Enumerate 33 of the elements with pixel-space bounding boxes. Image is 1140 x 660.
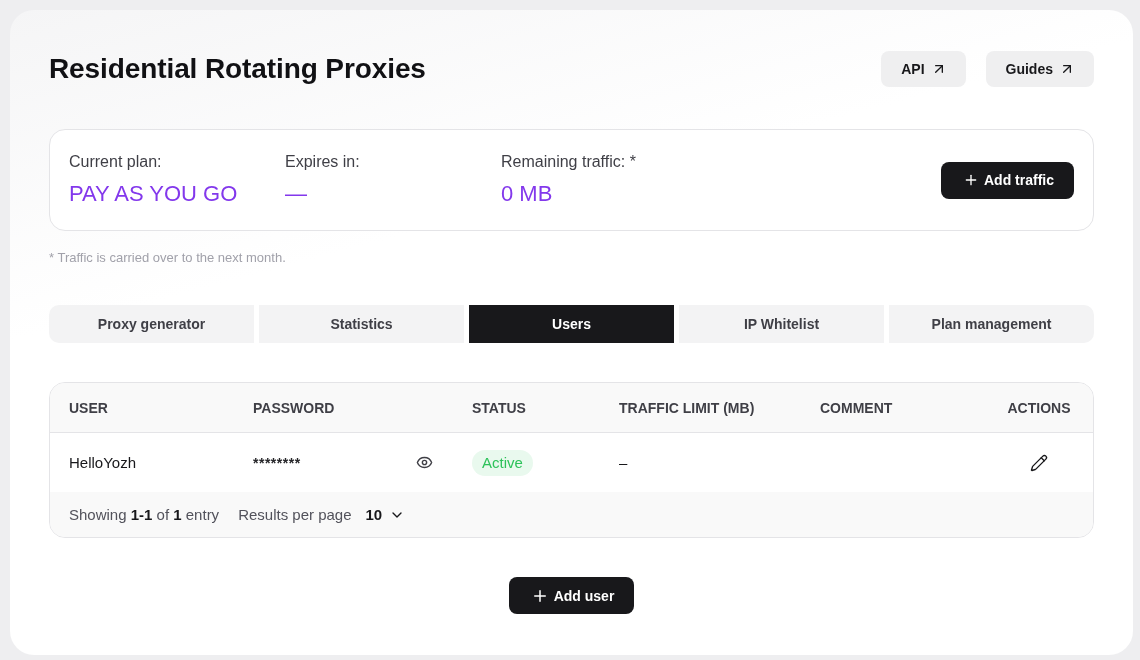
plan-field-value: 0 MB [501,180,553,208]
plan-field-label: Expires in: [285,152,360,172]
add-user-button[interactable]: Add user [508,577,635,614]
tab[interactable]: Users [469,305,674,343]
plus-icon [963,172,979,188]
external-link-button[interactable]: API [881,51,966,87]
page-title: Residential Rotating Proxies [49,53,426,85]
masked-password: ******** [253,454,301,471]
pencil-icon[interactable] [1030,453,1048,472]
tab[interactable]: IP Whitelist [679,305,884,343]
column-header: ACTIONS [1007,399,1071,416]
plan-field-label: Current plan: [69,152,162,172]
column-header: PASSWORD [253,399,335,416]
add-traffic-button[interactable]: Add traffic [941,161,1074,199]
results-per-page-label: Results per page [238,506,352,523]
column-header: TRAFFIC LIMIT (MB) [619,399,755,416]
footnote-text: * Traffic is carried over to the next month. [49,249,286,267]
eye-icon[interactable] [416,454,433,471]
column-header: USER [69,399,108,416]
tab[interactable]: Statistics [259,305,464,343]
column-header: COMMENT [820,399,893,416]
plan-field-label: Remaining traffic: * [501,152,636,172]
tab[interactable]: Plan management [889,305,1094,343]
pagination-summary: Showing 1-1 of 1 entry [69,506,220,523]
plan-field-value: PAY AS YOU GO [69,180,238,208]
column-header: STATUS [472,399,526,416]
plan-field-value: — [285,180,307,208]
tab[interactable]: Proxy generator [49,305,254,343]
external-link-button[interactable]: Guides [985,51,1094,87]
page-size-select[interactable]: 10 [365,506,406,523]
traffic-limit-cell: – [619,454,628,471]
status-badge: Active [472,449,533,476]
username-cell: HelloYozh [69,454,136,471]
